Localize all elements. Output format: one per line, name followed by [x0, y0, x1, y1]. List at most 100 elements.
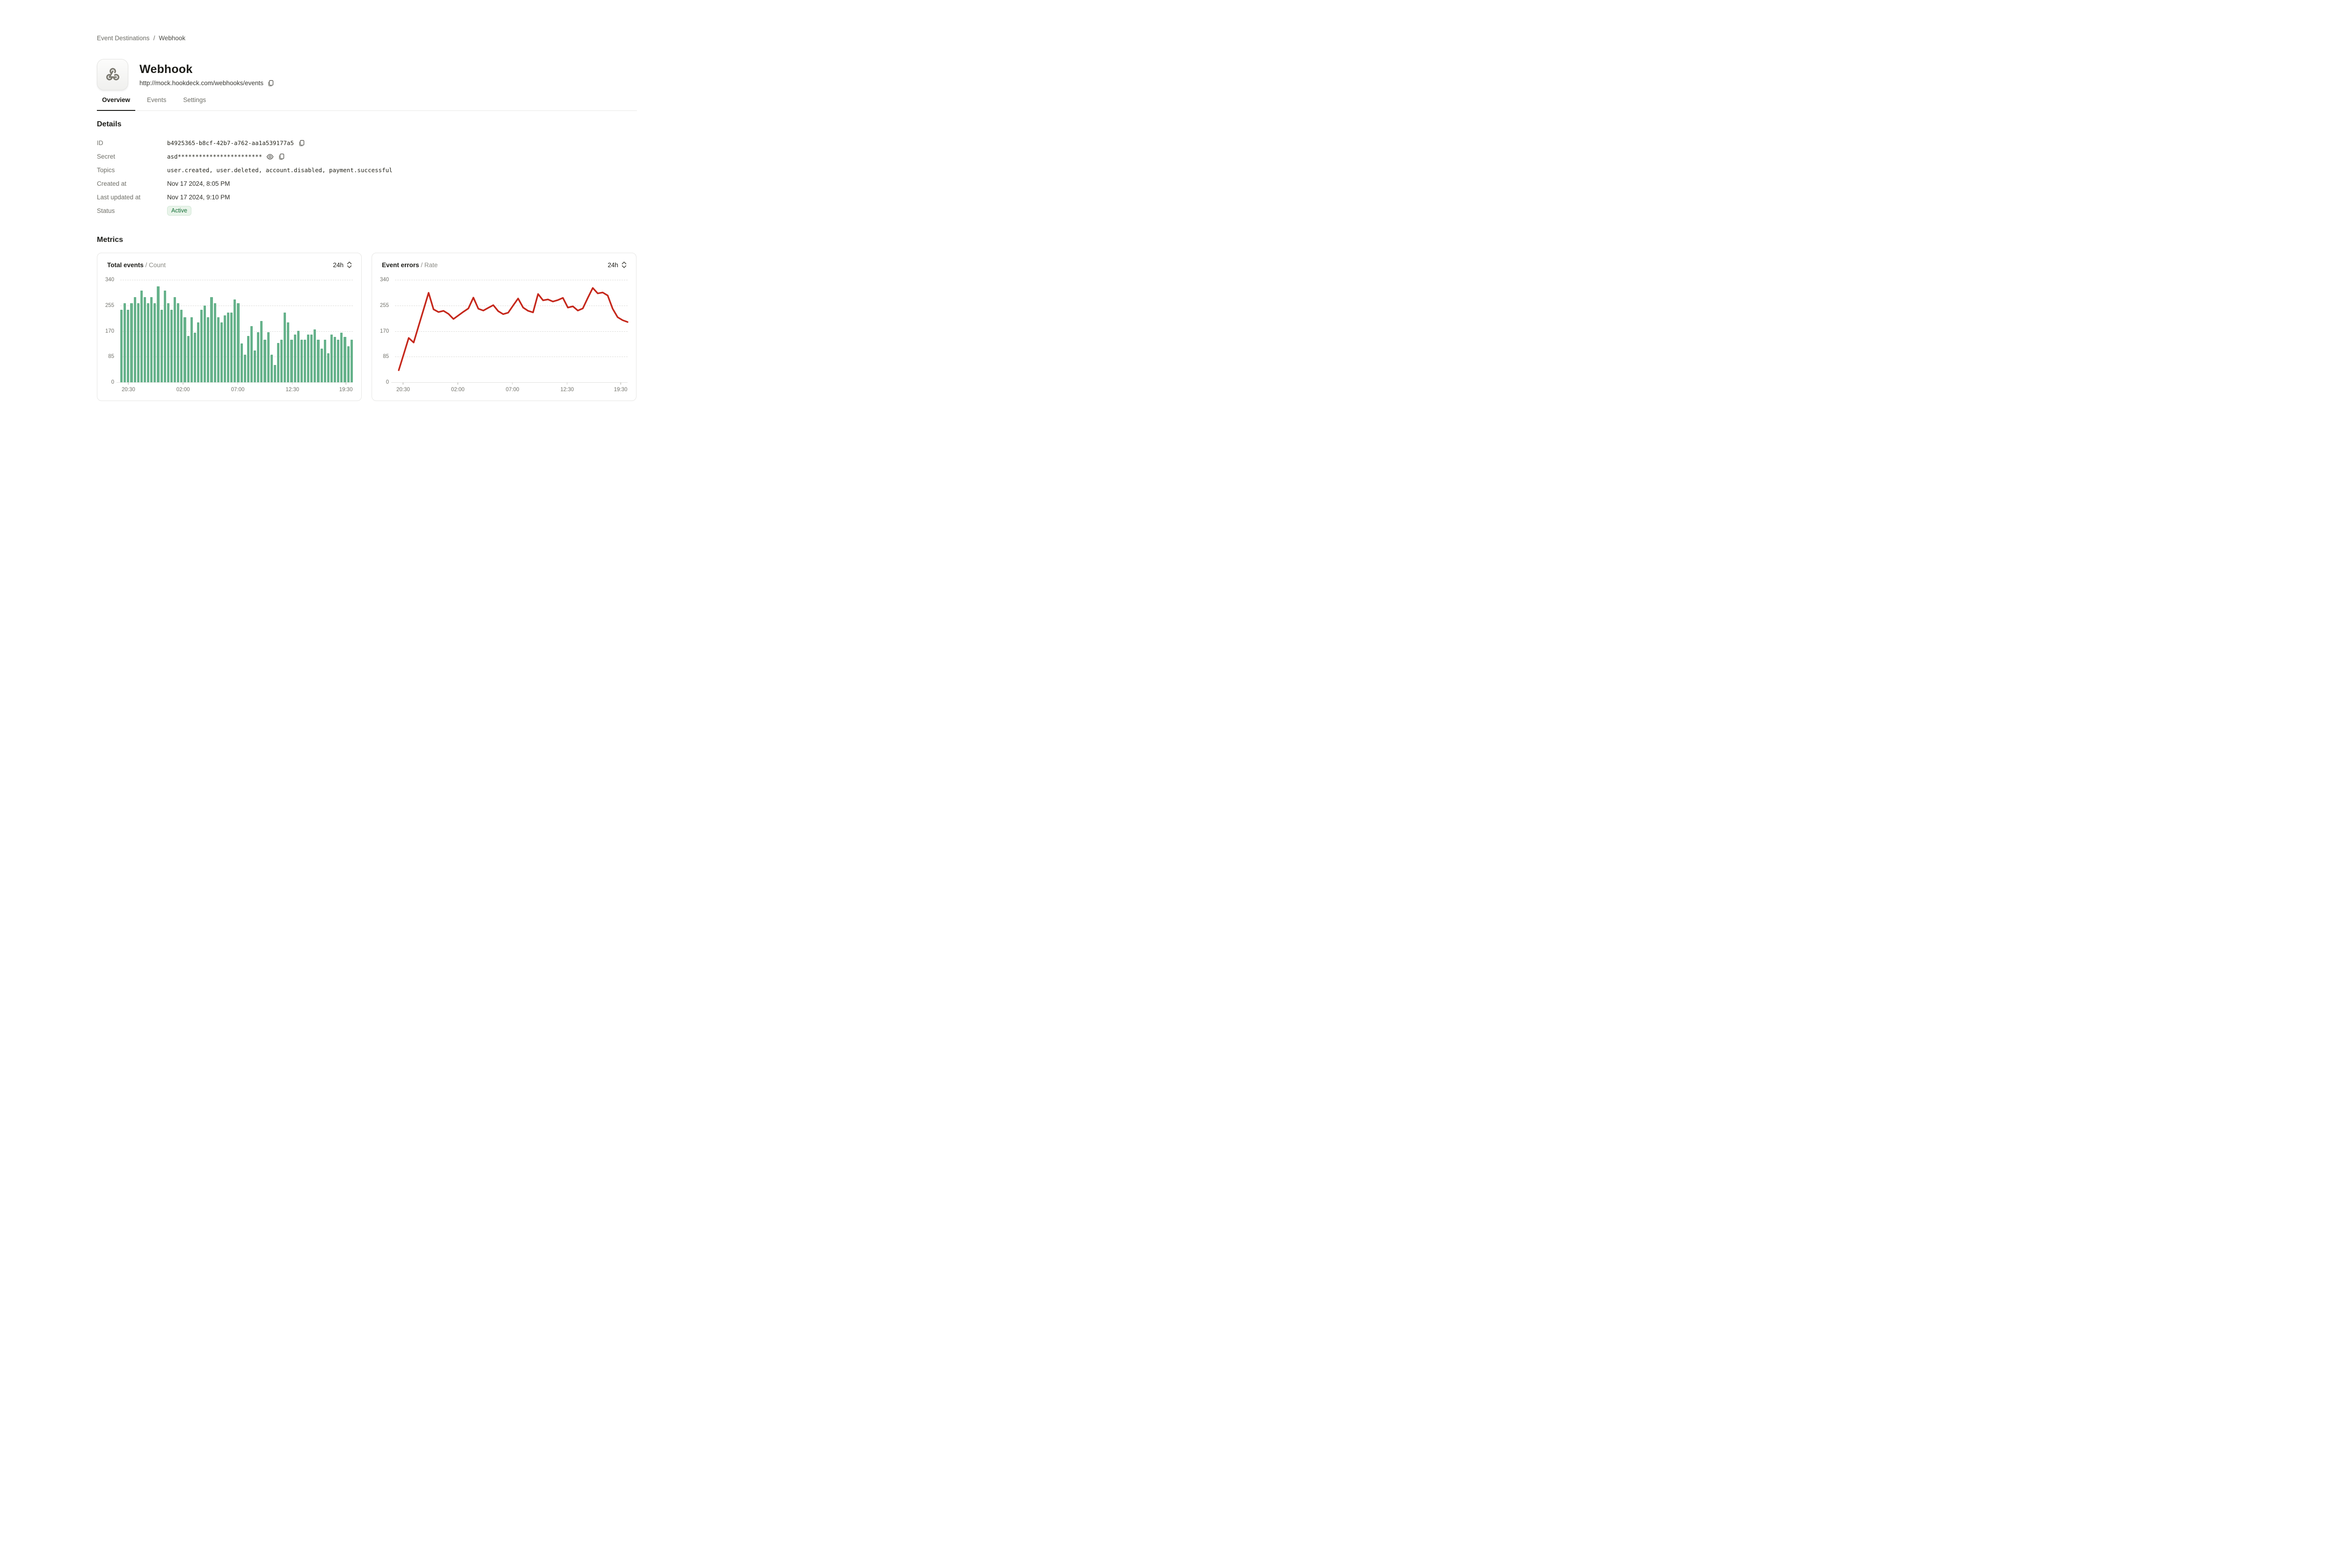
bar	[317, 340, 319, 382]
bar	[274, 365, 276, 382]
detail-row-secret: Secretasd************************	[97, 150, 637, 163]
detail-label: Topics	[97, 167, 167, 174]
detail-row-id: IDb4925365-b8cf-42b7-a762-aa1a539177a5	[97, 136, 637, 150]
bar	[144, 297, 146, 382]
bar	[327, 353, 329, 382]
metric-card-event-errors: Event errors / Rate24h34025517085020:300…	[372, 253, 636, 401]
x-axis-tick	[128, 382, 129, 385]
bar	[241, 343, 243, 382]
line-chart-plot: 34025517085020:3002:0007:0012:3019:30	[395, 280, 628, 382]
detail-label: Secret	[97, 153, 167, 160]
bar	[254, 350, 256, 382]
x-axis-tick	[457, 382, 458, 385]
copy-icon	[267, 80, 274, 87]
detail-value: b4925365-b8cf-42b7-a762-aa1a539177a5	[167, 139, 305, 146]
detail-value: Active	[167, 206, 191, 216]
bar	[324, 340, 326, 382]
breadcrumb: Event Destinations/Webhook	[97, 35, 185, 42]
time-range-select[interactable]: 24h	[333, 261, 352, 269]
bar	[271, 355, 273, 382]
chart-title: Total events / Count	[107, 262, 166, 269]
tab-overview[interactable]: Overview	[97, 94, 135, 111]
bar	[237, 303, 239, 382]
detail-value-text: b4925365-b8cf-42b7-a762-aa1a539177a5	[167, 139, 294, 146]
breadcrumb-item-webhook: Webhook	[159, 35, 185, 42]
bar	[250, 326, 253, 382]
bar	[124, 303, 126, 382]
detail-value-text: user.created, user.deleted, account.disa…	[167, 167, 393, 174]
detail-value: Nov 17 2024, 8:05 PM	[167, 180, 230, 187]
eye-icon	[266, 153, 274, 160]
bar	[204, 306, 206, 382]
bar	[314, 329, 316, 382]
time-range-select[interactable]: 24h	[607, 261, 627, 269]
bar	[137, 303, 139, 382]
tab-events[interactable]: Events	[142, 94, 171, 111]
bar	[130, 303, 132, 382]
bar	[157, 286, 159, 382]
x-axis-label: 07:00	[231, 387, 245, 393]
copy-url-button[interactable]	[267, 80, 274, 87]
tab-settings[interactable]: Settings	[178, 94, 211, 111]
x-axis-label: 12:30	[560, 387, 574, 393]
bar	[257, 332, 259, 382]
x-axis-tick	[292, 382, 293, 385]
x-axis-label: 02:00	[451, 387, 465, 393]
bar	[220, 322, 223, 382]
bar	[267, 332, 270, 382]
bar	[340, 333, 343, 382]
bar	[277, 343, 279, 382]
x-axis-label: 19:30	[614, 387, 628, 393]
details-list: IDb4925365-b8cf-42b7-a762-aa1a539177a5Se…	[97, 136, 637, 218]
bar	[150, 297, 153, 382]
bar	[234, 299, 236, 382]
page-header: Webhook http://mock.hookdeck.com/webhook…	[97, 59, 274, 90]
webhook-url: http://mock.hookdeck.com/webhooks/events	[139, 80, 263, 87]
x-axis-label: 07:00	[506, 387, 519, 393]
bar	[224, 315, 226, 382]
bar	[161, 310, 163, 382]
bar	[260, 321, 263, 382]
bar	[190, 317, 193, 382]
bar	[183, 317, 186, 382]
bar	[187, 336, 190, 382]
bar	[170, 310, 173, 382]
metrics-heading: Metrics	[97, 236, 123, 244]
bar	[217, 317, 219, 382]
bar	[174, 297, 176, 382]
bar	[284, 313, 286, 382]
detail-row-status: StatusActive	[97, 204, 637, 218]
y-axis-label: 255	[105, 303, 114, 308]
status-badge: Active	[167, 206, 191, 216]
detail-value-text: Nov 17 2024, 8:05 PM	[167, 180, 230, 187]
metric-card-total-events: Total events / Count 24h 34025517085020:30…	[97, 253, 362, 401]
bar	[337, 340, 339, 382]
bar	[244, 355, 246, 382]
x-axis-tick	[237, 382, 238, 385]
bar	[214, 303, 216, 382]
chevron-up-down-icon	[347, 261, 352, 269]
bar-chart-plot: 34025517085020:3002:0007:0012:3019:30	[120, 280, 353, 382]
bar	[310, 335, 313, 382]
detail-value-text: asd************************	[167, 153, 262, 160]
bar	[200, 310, 203, 382]
bar	[294, 335, 296, 382]
copy-icon	[278, 153, 285, 160]
bar	[344, 337, 346, 382]
copy-value-button[interactable]	[298, 140, 305, 146]
bar	[290, 340, 292, 382]
bar	[307, 335, 309, 382]
x-axis-tick	[512, 382, 513, 385]
y-axis-label: 170	[105, 328, 114, 334]
copy-value-button[interactable]	[278, 153, 285, 160]
detail-row-topics: Topicsuser.created, user.deleted, accoun…	[97, 163, 637, 177]
breadcrumb-item-event-destinations[interactable]: Event Destinations	[97, 35, 150, 42]
detail-row-last-updated-at: Last updated atNov 17 2024, 9:10 PM	[97, 190, 637, 204]
copy-icon	[298, 140, 305, 146]
detail-label: Created at	[97, 180, 167, 187]
bar	[280, 340, 283, 382]
detail-row-created-at: Created atNov 17 2024, 8:05 PM	[97, 177, 637, 190]
chevron-up-down-icon	[622, 261, 627, 269]
reveal-secret-button[interactable]	[266, 153, 274, 160]
bar	[297, 331, 300, 382]
